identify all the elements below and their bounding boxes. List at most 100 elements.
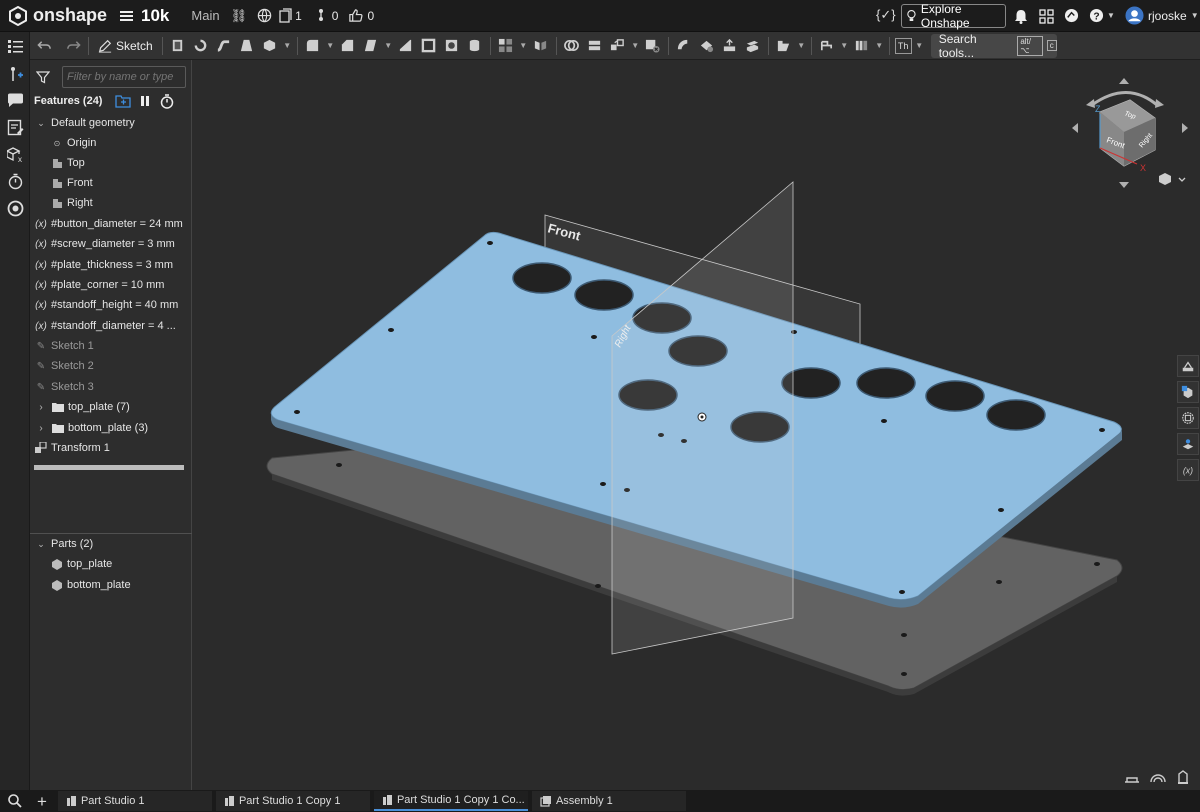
document-name[interactable]: 10k bbox=[141, 6, 169, 26]
thicken-icon[interactable] bbox=[260, 36, 280, 56]
feature-variable[interactable]: (x) #plate_thickness = 3 mm bbox=[34, 255, 173, 275]
feature-variable[interactable]: (x) #standoff_height = 40 mm bbox=[34, 295, 178, 315]
render-studio-icon[interactable] bbox=[1177, 433, 1199, 455]
feature-right-plane[interactable]: Right bbox=[50, 193, 93, 213]
shell-icon[interactable] bbox=[419, 36, 439, 56]
default-geometry-group[interactable]: ⌄ Default geometry bbox=[34, 113, 135, 133]
section-view-icon[interactable] bbox=[1177, 407, 1199, 429]
replace-face-icon[interactable] bbox=[743, 36, 763, 56]
globe-icon[interactable] bbox=[257, 8, 272, 23]
view-right-arrow-icon[interactable] bbox=[1182, 123, 1188, 133]
parts-group[interactable]: ⌄ Parts (2) bbox=[34, 534, 93, 554]
help-menu[interactable]: ? ▼ bbox=[1089, 8, 1115, 23]
chevron-down-icon[interactable]: ▼ bbox=[519, 36, 528, 56]
part-item[interactable]: bottom_plate bbox=[50, 575, 131, 595]
extrude-icon[interactable] bbox=[168, 36, 188, 56]
graphics-viewport[interactable]: Front Right Top Front Right Z X bbox=[192, 60, 1200, 790]
feature-list-icon[interactable] bbox=[7, 38, 24, 55]
model-canvas[interactable]: Front Right Top Front Right Z X bbox=[192, 60, 1200, 790]
code-braces-icon[interactable]: {✓} bbox=[876, 7, 896, 23]
fillet-icon[interactable] bbox=[303, 36, 323, 56]
rib-icon[interactable] bbox=[396, 36, 416, 56]
thumbs-up-icon[interactable] bbox=[348, 8, 363, 23]
revolve-icon[interactable] bbox=[191, 36, 211, 56]
view-cube-menu[interactable] bbox=[1159, 173, 1186, 185]
feature-sketch[interactable]: ✎ Sketch 1 bbox=[34, 336, 94, 356]
loft-icon[interactable] bbox=[237, 36, 257, 56]
parts-panel-icon[interactable] bbox=[1177, 381, 1199, 403]
part-item[interactable]: top_plate bbox=[50, 554, 112, 574]
view-cube[interactable]: Top Front Right Z X bbox=[1072, 78, 1188, 188]
rebuild-timer-icon[interactable] bbox=[160, 93, 174, 109]
thread-feature-button[interactable]: Th bbox=[894, 37, 912, 54]
boolean-icon[interactable] bbox=[562, 36, 582, 56]
split-icon[interactable] bbox=[585, 36, 605, 56]
tab-part-studio-1[interactable]: Part Studio 1 bbox=[57, 791, 212, 811]
measure-ruler-icon[interactable] bbox=[1124, 771, 1140, 785]
delete-part-icon[interactable] bbox=[643, 36, 663, 56]
feature-folder-bottom-plate[interactable]: › bottom_plate (3) bbox=[34, 418, 148, 438]
chevron-down-icon[interactable]: ▼ bbox=[875, 36, 884, 56]
chevron-down-icon[interactable]: ▼ bbox=[840, 36, 849, 56]
app-store-grid-icon[interactable] bbox=[1039, 9, 1054, 24]
filter-input[interactable] bbox=[62, 66, 186, 88]
modify-fillet-icon[interactable] bbox=[674, 36, 694, 56]
sheet-metal-icon[interactable] bbox=[852, 36, 872, 56]
hamburger-menu-icon[interactable] bbox=[120, 10, 134, 21]
feature-folder-top-plate[interactable]: › top_plate (7) bbox=[34, 397, 129, 417]
feature-top-plane[interactable]: Top bbox=[50, 153, 85, 173]
branch-name[interactable]: Main bbox=[191, 8, 219, 23]
configurations-icon[interactable] bbox=[7, 119, 24, 136]
new-folder-icon[interactable] bbox=[115, 94, 132, 108]
transform-icon[interactable] bbox=[608, 36, 628, 56]
feature-origin[interactable]: ⊙ Origin bbox=[50, 133, 97, 153]
mirror-icon[interactable] bbox=[531, 36, 551, 56]
feature-sketch[interactable]: ✎ Sketch 3 bbox=[34, 377, 94, 397]
linear-pattern-icon[interactable] bbox=[496, 36, 516, 56]
plane-icon[interactable] bbox=[774, 36, 794, 56]
variables-table-icon[interactable]: x bbox=[7, 146, 24, 163]
tabs-search-icon[interactable] bbox=[8, 794, 22, 808]
chevron-down-icon[interactable]: ▼ bbox=[283, 36, 292, 56]
measure-timer-icon[interactable] bbox=[7, 173, 24, 190]
feature-variable[interactable]: (x) #standoff_diameter = 4 ... bbox=[34, 316, 176, 336]
pause-rollback-icon[interactable] bbox=[140, 95, 150, 107]
versions-icon[interactable] bbox=[279, 8, 292, 23]
feature-variable[interactable]: (x) #plate_corner = 10 mm bbox=[34, 275, 164, 295]
tab-assembly-1[interactable]: Assembly 1 bbox=[531, 791, 686, 811]
chevron-down-icon[interactable]: ▼ bbox=[797, 36, 806, 56]
learning-center-icon[interactable] bbox=[1064, 8, 1079, 23]
add-tab-button[interactable]: + bbox=[37, 793, 47, 810]
hole-icon[interactable] bbox=[442, 36, 462, 56]
undo-icon[interactable] bbox=[34, 36, 54, 56]
filter-funnel-icon[interactable] bbox=[36, 70, 50, 84]
delete-face-icon[interactable] bbox=[697, 36, 717, 56]
helix-icon[interactable] bbox=[817, 36, 837, 56]
origin-point[interactable] bbox=[697, 412, 707, 422]
rollback-bar[interactable] bbox=[34, 465, 184, 470]
view-down-arrow-icon[interactable] bbox=[1119, 182, 1129, 188]
view-up-arrow-icon[interactable] bbox=[1119, 78, 1129, 84]
comments-icon[interactable] bbox=[7, 92, 24, 109]
notifications-bell-icon[interactable] bbox=[1014, 9, 1028, 24]
chevron-down-icon[interactable]: ▼ bbox=[631, 36, 640, 56]
user-menu[interactable]: rjooske ▼ bbox=[1125, 6, 1199, 25]
feature-transform[interactable]: Transform 1 bbox=[34, 438, 110, 458]
chevron-down-icon[interactable]: ▼ bbox=[326, 36, 335, 56]
draft-icon[interactable] bbox=[361, 36, 381, 56]
mass-properties-icon[interactable] bbox=[7, 200, 24, 217]
chevron-down-icon[interactable]: ▼ bbox=[915, 36, 924, 56]
redo-icon[interactable] bbox=[63, 36, 83, 56]
tab-part-studio-1-copy-1-copy[interactable]: Part Studio 1 Copy 1 Co... bbox=[373, 791, 528, 811]
link-icon[interactable]: ⛓ bbox=[231, 8, 248, 24]
feature-variable[interactable]: (x) #screw_diameter = 3 mm bbox=[34, 234, 175, 254]
section-arc-icon[interactable] bbox=[1150, 770, 1166, 784]
chamfer-icon[interactable] bbox=[338, 36, 358, 56]
variable-studio-icon[interactable]: (x) bbox=[1177, 459, 1199, 481]
explore-onshape-button[interactable]: Explore Onshape bbox=[901, 2, 1006, 30]
tab-part-studio-1-copy-1[interactable]: Part Studio 1 Copy 1 bbox=[215, 791, 370, 811]
feature-front-plane[interactable]: Front bbox=[50, 173, 93, 193]
feature-variable[interactable]: (x) #button_diameter = 24 mm bbox=[34, 214, 183, 234]
chevron-down-icon[interactable]: ▼ bbox=[384, 36, 393, 56]
branch-icon[interactable] bbox=[316, 8, 326, 23]
